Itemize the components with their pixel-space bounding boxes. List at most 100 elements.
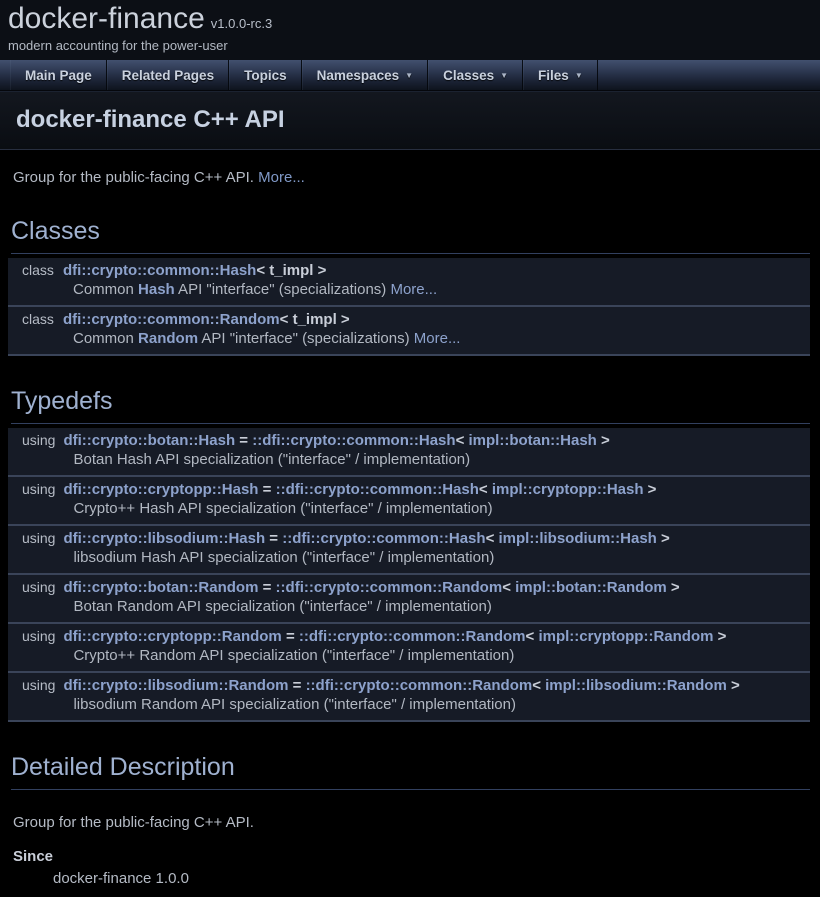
classes-table: classdfi::crypto::common::Hash< t_impl >… [8,258,810,356]
section-heading-classes: Classes [11,217,810,254]
member-description-row: Botan Random API specialization ("interf… [8,596,810,623]
signature-text: < [456,432,469,449]
member-link[interactable]: dfi::crypto::libsodium::Hash [63,530,265,547]
member-keyword: using [8,624,63,645]
signature-text: libsodium Hash API specialization ("inte… [73,549,494,566]
member-description: Crypto++ Hash API specialization ("inter… [73,500,492,517]
signature-text: < [479,481,492,498]
member-description: Botan Random API specialization ("interf… [73,598,491,615]
signature-text: Botan Random API specialization ("interf… [73,598,491,615]
nav-tab-main-page[interactable]: Main Page [10,60,107,90]
member-row: usingdfi::crypto::libsodium::Random = ::… [8,673,810,694]
member-link[interactable]: impl::botan::Random [515,579,667,596]
signature-text: < [532,677,545,694]
row-separator [8,721,810,722]
member-link[interactable]: impl::botan::Hash [469,432,597,449]
signature-text: = [258,579,275,596]
member-link[interactable]: ::dfi::crypto::common::Random [276,579,503,596]
nav-tab-label: Classes [443,68,494,83]
signature-text: = [235,432,252,449]
signature-text: < t_impl > [256,262,326,279]
member-keyword: using [8,673,63,694]
member-link[interactable]: ::dfi::crypto::common::Hash [282,530,485,547]
member-row: classdfi::crypto::common::Hash< t_impl > [8,258,810,279]
member-link[interactable]: ::dfi::crypto::common::Hash [252,432,455,449]
more-link[interactable]: More... [414,330,461,347]
member-link[interactable]: Random [138,330,198,347]
site-header: docker-finance v1.0.0-rc.3 modern account… [0,0,820,60]
group-summary-text: Group for the public-facing C++ API. [13,169,254,186]
project-title-row: docker-finance v1.0.0-rc.3 [8,2,812,35]
nav-tab-topics[interactable]: Topics [229,60,302,90]
contents: Group for the public-facing C++ API. Mor… [0,169,820,897]
member-link[interactable]: dfi::crypto::botan::Hash [63,432,235,449]
signature-text: > [644,481,657,498]
member-row: usingdfi::crypto::cryptopp::Random = ::d… [8,624,810,645]
since-value: docker-finance 1.0.0 [53,870,810,887]
signature-text: < t_impl > [280,311,350,328]
signature-text: = [282,628,299,645]
section-heading-typedefs: Typedefs [11,387,810,424]
member-link[interactable]: ::dfi::crypto::common::Random [299,628,526,645]
member-link[interactable]: dfi::crypto::cryptopp::Random [63,628,281,645]
member-description: libsodium Hash API specialization ("inte… [73,549,494,566]
since-block: Since docker-finance 1.0.0 [13,848,810,887]
member-link[interactable]: impl::libsodium::Hash [499,530,657,547]
member-keyword: class [8,307,63,328]
more-link[interactable]: More... [390,281,437,298]
member-link[interactable]: impl::cryptopp::Hash [492,481,644,498]
member-description-row: libsodium Random API specialization ("in… [8,694,810,721]
more-link[interactable]: More... [258,169,305,186]
member-keyword: using [8,526,63,547]
signature-text: = [265,530,282,547]
signature-text: Common [73,330,138,347]
project-name: docker-finance [8,2,205,35]
nav-tab-related-pages[interactable]: Related Pages [107,60,229,90]
member-description-row: libsodium Hash API specialization ("inte… [8,547,810,574]
signature-text: > [727,677,740,694]
member-signature: dfi::crypto::common::Hash< t_impl > [63,262,326,279]
nav-tab-list: Main Page Related Pages Topics Namespace… [0,60,820,90]
page-title-band: docker-finance C++ API [0,91,820,150]
chevron-down-icon: ▼ [405,71,413,80]
member-link[interactable]: impl::cryptopp::Random [538,628,713,645]
signature-text: > [657,530,670,547]
member-link[interactable]: Hash [138,281,175,298]
signature-text: Botan Hash API specialization ("interfac… [73,451,470,468]
member-link[interactable]: dfi::crypto::libsodium::Random [63,677,288,694]
project-version: v1.0.0-rc.3 [211,16,272,31]
member-link[interactable]: dfi::crypto::common::Hash [63,262,256,279]
nav-tab-label: Files [538,68,569,83]
signature-text: API "interface" (specializations) [175,281,391,298]
chevron-down-icon: ▼ [575,71,583,80]
nav-tab-label: Main Page [25,68,92,83]
signature-text: > [713,628,726,645]
member-description-row: Common Random API "interface" (specializ… [8,328,810,355]
nav-tab-namespaces[interactable]: Namespaces▼ [302,60,428,90]
member-row: classdfi::crypto::common::Random< t_impl… [8,307,810,328]
detailed-description-text: Group for the public-facing C++ API. [13,814,810,831]
member-keyword: class [8,258,63,279]
nav-tab-files[interactable]: Files ▼ [523,60,598,90]
nav-tab-classes[interactable]: Classes▼ [428,60,523,90]
member-row: usingdfi::crypto::botan::Hash = ::dfi::c… [8,428,810,449]
section-heading-detailed-description: Detailed Description [11,753,810,790]
member-link[interactable]: impl::libsodium::Random [545,677,727,694]
signature-text: Common [73,281,138,298]
member-link[interactable]: dfi::crypto::common::Random [63,311,280,328]
signature-text: libsodium Random API specialization ("in… [73,696,516,713]
member-signature: dfi::crypto::libsodium::Hash = ::dfi::cr… [63,530,669,547]
member-description-row: Common Hash API "interface" (specializat… [8,279,810,306]
member-link[interactable]: dfi::crypto::cryptopp::Hash [63,481,258,498]
signature-text: < [502,579,515,596]
member-keyword: using [8,575,63,596]
member-link[interactable]: ::dfi::crypto::common::Random [306,677,533,694]
member-link[interactable]: dfi::crypto::botan::Random [63,579,258,596]
project-brief: modern accounting for the power-user [8,38,812,53]
signature-text: > [667,579,680,596]
row-separator [8,355,810,356]
signature-text: < [526,628,539,645]
member-link[interactable]: ::dfi::crypto::common::Hash [276,481,479,498]
member-description: Common Hash API "interface" (specializat… [73,281,437,298]
signature-text: < [486,530,499,547]
